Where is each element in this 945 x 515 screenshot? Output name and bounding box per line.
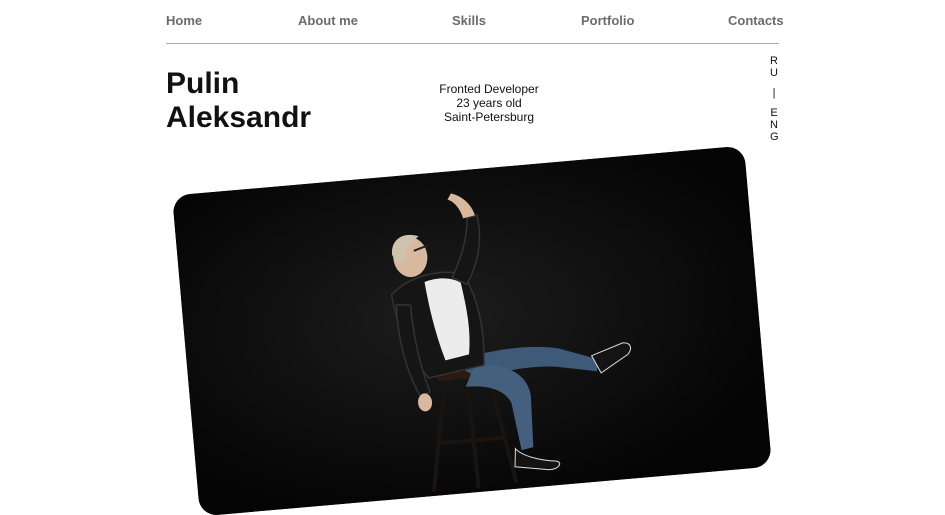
- lang-separator: |: [772, 87, 776, 99]
- nav-about-me[interactable]: About me: [298, 13, 358, 28]
- portrait-illustration: [172, 145, 772, 515]
- nav-skills[interactable]: Skills: [452, 13, 486, 28]
- nav-contacts[interactable]: Contacts: [728, 13, 784, 28]
- role-text: Fronted Developer: [439, 82, 539, 96]
- portrait-photo: [172, 145, 772, 515]
- profile-info: Fronted Developer 23 years old Saint-Pet…: [415, 82, 563, 124]
- lang-ru[interactable]: RU: [770, 55, 778, 79]
- lang-eng[interactable]: ENG: [770, 107, 779, 143]
- page-title: Pulin Aleksandr: [166, 67, 311, 135]
- language-switcher: RU | ENG: [767, 55, 781, 143]
- page: Home About me Skills Portfolio Contacts …: [0, 0, 945, 515]
- nav-divider: [166, 43, 779, 44]
- last-name: Aleksandr: [166, 101, 312, 134]
- top-nav: Home About me Skills Portfolio Contacts: [166, 13, 784, 29]
- first-name: Pulin: [166, 67, 240, 100]
- nav-portfolio[interactable]: Portfolio: [581, 13, 634, 28]
- city-text: Saint-Petersburg: [443, 110, 535, 124]
- age-text: 23 years old: [456, 96, 522, 110]
- nav-home[interactable]: Home: [166, 13, 202, 28]
